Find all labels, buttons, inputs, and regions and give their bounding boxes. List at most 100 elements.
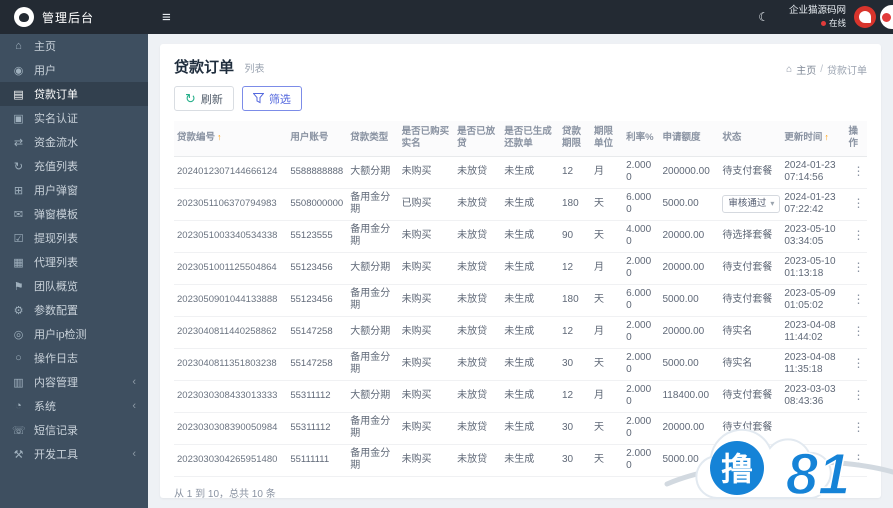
chevron-icon: ‹ [132, 376, 136, 388]
cell-status: 审核通过 ▾ [719, 188, 782, 221]
sidebar-item-label: 提现列表 [34, 233, 78, 245]
column-header-term[interactable]: 贷款期限 [558, 121, 592, 157]
sidebar-item-popup-template[interactable]: ✉ 弹窗模板 [0, 202, 148, 226]
column-header-rate[interactable]: 利率% [623, 121, 660, 157]
cell-released: 未放贷 [454, 380, 502, 413]
cell-term: 30 [558, 444, 592, 477]
sidebar-item-withdraw[interactable]: ☑ 提现列表 [0, 226, 148, 250]
row-actions-button[interactable]: ⋮ [849, 452, 869, 466]
sidebar-item-agents[interactable]: ▦ 代理列表 [0, 250, 148, 274]
sidebar-item-funds[interactable]: ⇄ 资金流水 [0, 130, 148, 154]
user-info[interactable]: 企业猫源码网 在线 [789, 5, 846, 28]
sidebar-item-content[interactable]: ▥ 内容管理 ‹ [0, 370, 148, 394]
recharge-icon: ↻ [13, 160, 24, 173]
sidebar-item-user-popup[interactable]: ⊞ 用户弹窗 [0, 178, 148, 202]
cell-term: 12 [558, 252, 592, 285]
sidebar-item-team[interactable]: ⚑ 团队概览 [0, 274, 148, 298]
table-body: 2024012307144666124 5588888888 大额分期 未购买 未放贷未… [174, 156, 869, 477]
cell-amount: 20000.00 [659, 412, 720, 445]
column-header-amount[interactable]: 申请额度 [659, 121, 720, 157]
column-header-updated_at[interactable]: 更新时间 ↑ [781, 121, 846, 157]
cell-term_unit: 天 [591, 444, 624, 477]
cell-actions: ⋮ [845, 188, 869, 221]
column-header-loan_no[interactable]: 贷款编号 ↑ [174, 121, 288, 157]
cell-rate: 6.0000 [623, 188, 660, 221]
row-actions-button[interactable]: ⋮ [849, 388, 869, 402]
sidebar-item-realname[interactable]: ▣ 实名认证 [0, 106, 148, 130]
refresh-button[interactable]: ↻ 刷新 [174, 86, 234, 111]
breadcrumb-current: 贷款订单 [827, 66, 867, 77]
column-header-bought[interactable]: 是否已购买实名 [398, 121, 455, 157]
row-actions-button[interactable]: ⋮ [849, 324, 869, 338]
column-header-status[interactable]: 状态 [719, 121, 782, 157]
cell-term_unit: 天 [591, 348, 624, 381]
sidebar-item-loan-orders[interactable]: ▤ 贷款订单 [0, 82, 148, 106]
row-actions-button[interactable]: ⋮ [849, 420, 869, 434]
column-header-term_unit[interactable]: 期限单位 [591, 121, 624, 157]
cell-account: 55111111 [287, 444, 348, 477]
sidebar-item-home[interactable]: ⌂ 主页 [0, 34, 148, 58]
sidebar-item-label: 充值列表 [34, 161, 78, 173]
sidebar-item-system[interactable]: ◔ 系统 ‹ [0, 394, 148, 418]
cell-term: 12 [558, 380, 592, 413]
cell-term_unit: 月 [591, 156, 624, 189]
filter-button[interactable]: 筛选 [241, 86, 302, 111]
row-actions-button[interactable]: ⋮ [849, 356, 869, 370]
sidebar-item-sms[interactable]: ☏ 短信记录 [0, 418, 148, 442]
cell-repay_generated: 未生成 [501, 316, 559, 349]
cell-status: 待选择套餐 [719, 220, 782, 253]
sidebar-item-users[interactable]: ◉ 用户 [0, 58, 148, 82]
status-select[interactable]: 审核通过 ▾ [722, 195, 781, 214]
breadcrumb: ⌂ 主页 / 贷款订单 [786, 62, 867, 77]
sidebar-item-recharge[interactable]: ↻ 充值列表 [0, 154, 148, 178]
withdraw-icon: ☑ [13, 232, 24, 245]
row-actions-button[interactable]: ⋮ [849, 228, 869, 242]
cell-released: 未放贷 [454, 252, 502, 285]
cell-released: 未放贷 [454, 156, 502, 189]
column-header-loan_type[interactable]: 贷款类型 [347, 121, 399, 157]
row-actions-button[interactable]: ⋮ [849, 260, 869, 274]
cell-actions: ⋮ [845, 252, 869, 285]
cell-amount: 200000.00 [659, 156, 720, 189]
sidebar-item-devtools[interactable]: ⚒ 开发工具 ‹ [0, 442, 148, 466]
cell-loan_type: 备用金分期 [347, 444, 399, 477]
sidebar-item-label: 主页 [34, 41, 56, 53]
cell-repay_generated: 未生成 [501, 220, 559, 253]
cell-term_unit: 月 [591, 380, 624, 413]
theme-drawer-handle[interactable] [880, 5, 893, 29]
cell-released: 未放贷 [454, 412, 502, 445]
online-dot-icon [820, 20, 826, 26]
column-header-account[interactable]: 用户账号 [287, 121, 348, 157]
cell-bought: 未购买 [398, 220, 455, 253]
sidebar-item-params[interactable]: ⚙ 参数配置 [0, 298, 148, 322]
row-actions-button[interactable]: ⋮ [849, 196, 869, 210]
column-header-repay_generated[interactable]: 是否已生成还款单 [501, 121, 559, 157]
cell-rate: 2.0000 [623, 380, 660, 413]
cell-account: 55147258 [287, 348, 348, 381]
cell-actions: ⋮ [845, 284, 869, 317]
row-actions-button[interactable]: ⋮ [849, 292, 869, 306]
cell-bought: 未购买 [398, 316, 455, 349]
cell-loan_no: 2023030308390050984 [174, 412, 288, 445]
breadcrumb-home-link[interactable]: 主页 [796, 62, 816, 77]
sidebar-item-label: 代理列表 [34, 257, 78, 269]
cell-repay_generated: 未生成 [501, 348, 559, 381]
home-icon: ⌂ [786, 64, 793, 75]
sidebar-item-ip-check[interactable]: ◎ 用户ip检测 [0, 322, 148, 346]
cell-amount: 20000.00 [659, 316, 720, 349]
cell-term_unit: 月 [591, 252, 624, 285]
cell-bought: 未购买 [398, 156, 455, 189]
avatar[interactable] [854, 6, 876, 28]
column-header-released[interactable]: 是否已放贷 [454, 121, 502, 157]
sidebar-toggle-icon[interactable]: ≡ [148, 0, 185, 34]
cell-term_unit: 天 [591, 188, 624, 221]
cell-rate: 2.0000 [623, 412, 660, 445]
cell-rate: 2.0000 [623, 252, 660, 285]
sidebar-item-label: 实名认证 [34, 113, 78, 125]
sidebar-item-op-log[interactable]: ○ 操作日志 [0, 346, 148, 370]
dark-mode-icon[interactable]: ☾ [752, 9, 775, 25]
cell-released: 未放贷 [454, 316, 502, 349]
cell-released: 未放贷 [454, 188, 502, 221]
row-actions-button[interactable]: ⋮ [849, 164, 869, 178]
brand[interactable]: 管理后台 [0, 0, 148, 34]
